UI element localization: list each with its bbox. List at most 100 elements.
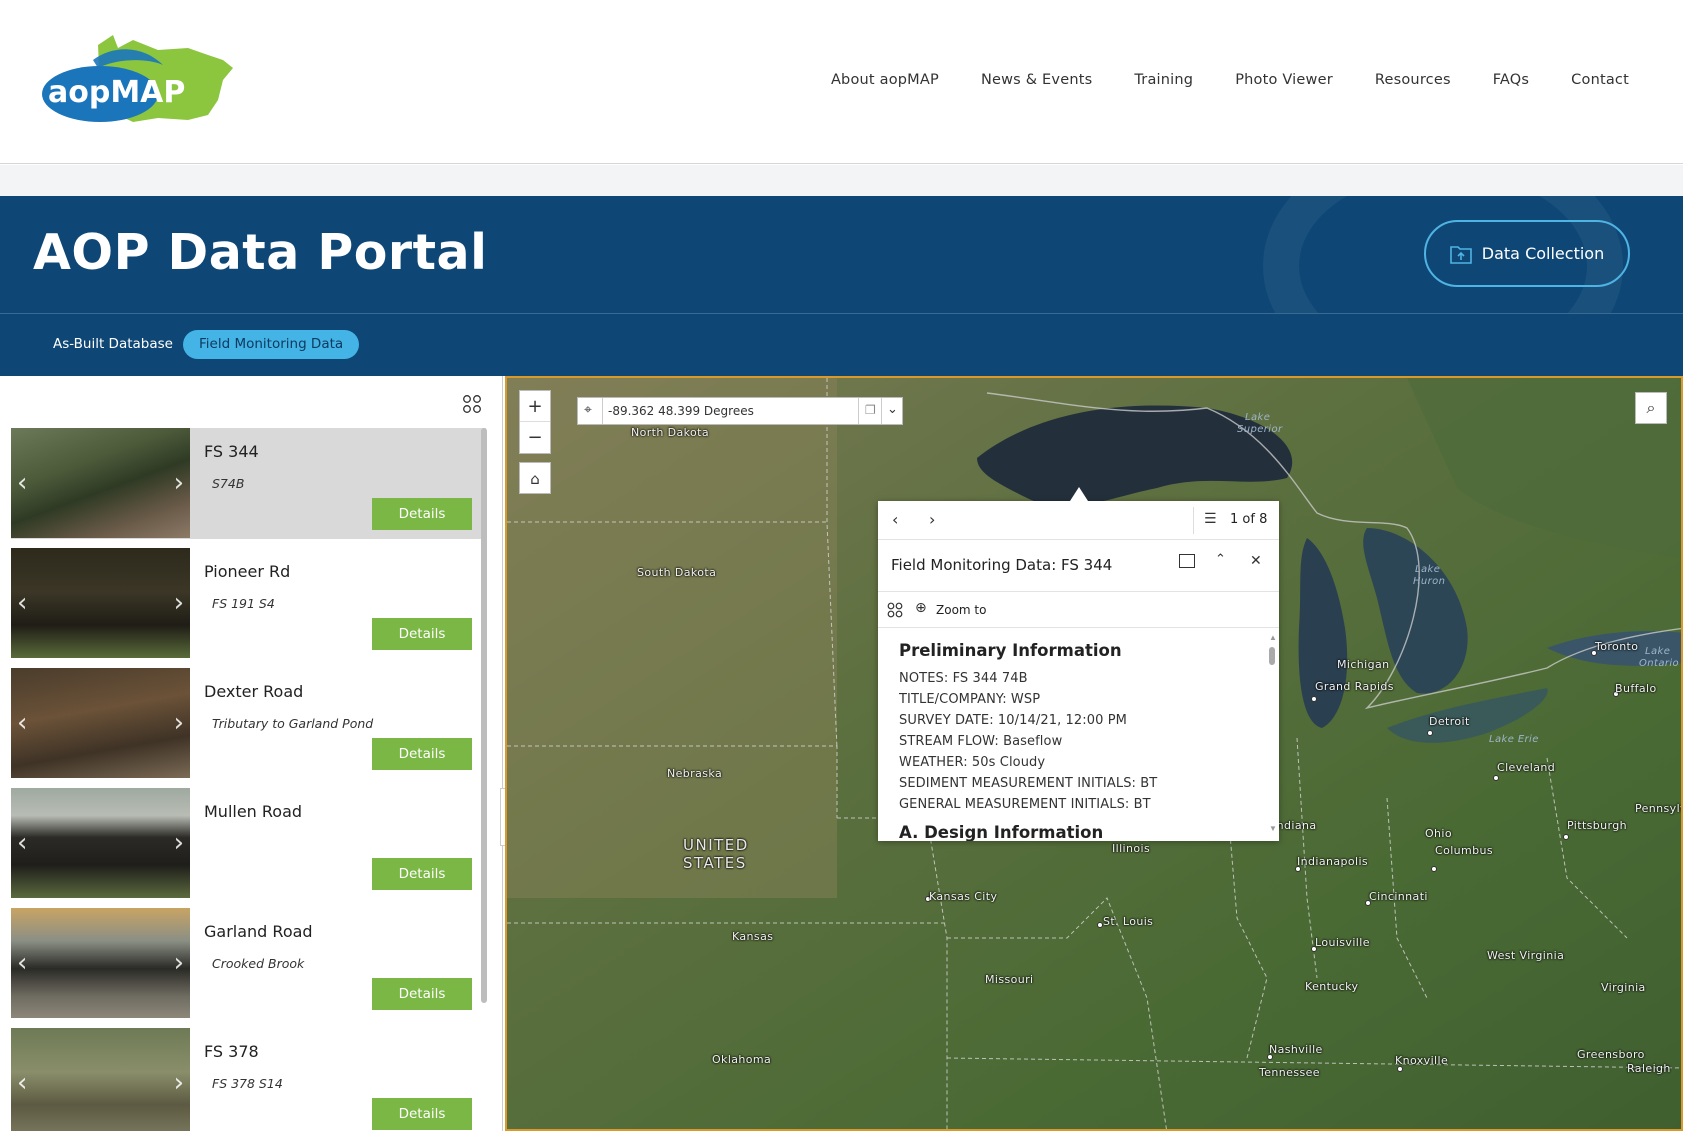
map-label: Missouri — [985, 973, 1034, 986]
list-item[interactable]: ‹ › Garland Road Crooked Brook Details — [11, 908, 486, 1019]
map-label: Kentucky — [1305, 980, 1359, 993]
map-search-button[interactable]: ⌕ — [1635, 392, 1667, 424]
field-notes: NOTES: FS 344 74B — [899, 671, 1028, 686]
field-weather: WEATHER: 50s Cloudy — [899, 755, 1046, 770]
details-button[interactable]: Details — [372, 498, 472, 530]
map-label: Oklahoma — [712, 1053, 772, 1066]
field-general-initials: GENERAL MEASUREMENT INITIALS: BT — [899, 797, 1151, 812]
map-label: Tennessee — [1259, 1066, 1320, 1079]
map-label: Indiana — [1273, 819, 1317, 832]
list-scrollbar[interactable] — [481, 428, 487, 1003]
map-label: Pennsylva — [1635, 802, 1681, 815]
next-photo-icon[interactable]: › — [174, 948, 184, 978]
lake-label: Superior — [1237, 424, 1283, 435]
prev-photo-icon[interactable]: ‹ — [17, 828, 27, 858]
data-collection-label: Data Collection — [1481, 244, 1605, 263]
item-title: FS 378 — [204, 1042, 259, 1061]
list-item[interactable]: ‹ › Dexter Road Tributary to Garland Pon… — [11, 668, 486, 779]
search-icon: ⌕ — [1646, 398, 1656, 417]
city-marker — [1427, 730, 1433, 736]
popup-scrollbar[interactable]: ▲ ▼ — [1269, 633, 1277, 833]
close-icon[interactable]: ✕ — [1250, 553, 1262, 569]
nav-training[interactable]: Training — [1134, 72, 1193, 88]
zoom-to-button[interactable]: Zoom to — [936, 603, 986, 617]
map-label: Louisville — [1315, 936, 1370, 949]
zoom-out-button[interactable]: − — [520, 422, 550, 453]
nav-about[interactable]: About aopMAP — [831, 72, 939, 88]
next-feature-icon[interactable]: › — [929, 510, 935, 529]
chevron-down-icon[interactable]: ⌄ — [887, 402, 898, 417]
list-item[interactable]: ‹ › FS 378 FS 378 S14 Details — [11, 1028, 486, 1131]
list-item[interactable]: ‹ › FS 344 S74B Details — [11, 428, 486, 539]
map-label: STATES — [683, 854, 747, 872]
popup-actions: ⊕ Zoom to — [878, 591, 1279, 628]
map-label: West Virginia — [1487, 949, 1565, 962]
logo-wordmark: aopMAP — [48, 75, 185, 110]
site-photo: ‹ › — [11, 788, 190, 898]
section-heading: Preliminary Information — [899, 641, 1122, 660]
nav-contact[interactable]: Contact — [1571, 72, 1629, 88]
details-button[interactable]: Details — [372, 738, 472, 770]
feature-list-icon[interactable]: ☰ — [1204, 511, 1217, 527]
popup-nav-row: ‹ › ☰ 1 of 8 — [878, 501, 1279, 540]
prev-photo-icon[interactable]: ‹ — [17, 708, 27, 738]
item-title: Mullen Road — [204, 802, 303, 821]
zoom-controls: + − — [519, 390, 551, 454]
site-photo: ‹ › — [11, 428, 190, 538]
home-button[interactable]: ⌂ — [519, 462, 551, 494]
map-label: Nashville — [1269, 1043, 1323, 1056]
site-photo: ‹ › — [11, 1028, 190, 1131]
map-label: Buffalo — [1615, 682, 1657, 695]
dock-icon[interactable] — [1179, 554, 1195, 568]
details-button[interactable]: Details — [372, 858, 472, 890]
map-label: Virginia — [1601, 981, 1646, 994]
zoom-to-icon[interactable]: ⊕ — [915, 600, 927, 616]
popup-content: Preliminary Information NOTES: FS 344 74… — [899, 641, 1259, 841]
item-title: Dexter Road — [204, 682, 304, 701]
details-button[interactable]: Details — [372, 978, 472, 1010]
details-button[interactable]: Details — [372, 618, 472, 650]
prev-photo-icon[interactable]: ‹ — [17, 1068, 27, 1098]
next-photo-icon[interactable]: › — [174, 468, 184, 498]
map-label: Detroit — [1429, 715, 1470, 728]
map-label: Nebraska — [667, 767, 723, 780]
zoom-in-button[interactable]: + — [520, 391, 550, 422]
layout-toggle-icon[interactable] — [462, 394, 482, 414]
prev-photo-icon[interactable]: ‹ — [17, 468, 27, 498]
map-label: South Dakota — [637, 566, 717, 579]
previous-feature-icon[interactable]: ‹ — [892, 510, 898, 529]
next-photo-icon[interactable]: › — [174, 708, 184, 738]
prev-photo-icon[interactable]: ‹ — [17, 948, 27, 978]
map-label: Raleigh — [1627, 1062, 1671, 1075]
nav-faqs[interactable]: FAQs — [1493, 72, 1529, 88]
map-label: Cleveland — [1497, 761, 1556, 774]
next-photo-icon[interactable]: › — [174, 828, 184, 858]
details-button[interactable]: Details — [372, 1098, 472, 1130]
feature-counter: 1 of 8 — [1230, 512, 1268, 527]
coordinate-readout: -89.362 48.399 Degrees — [608, 404, 754, 418]
lake-label: Huron — [1413, 576, 1446, 587]
aopmap-logo[interactable]: aopMAP — [38, 30, 238, 130]
popup-pointer — [1070, 487, 1088, 501]
next-photo-icon[interactable]: › — [174, 588, 184, 618]
nav-news-events[interactable]: News & Events — [981, 72, 1092, 88]
nav-resources[interactable]: Resources — [1375, 72, 1451, 88]
copy-icon[interactable]: ❐ — [865, 403, 876, 417]
tab-as-built-database[interactable]: As-Built Database — [37, 330, 189, 359]
nav-photo-viewer[interactable]: Photo Viewer — [1235, 72, 1333, 88]
collapse-icon[interactable]: ⌃ — [1215, 552, 1226, 567]
lake-label: Lake — [1245, 412, 1271, 423]
site-photo: ‹ › — [11, 548, 190, 658]
crosshair-icon[interactable]: ⌖ — [584, 402, 592, 418]
header-spacer — [0, 165, 1683, 196]
item-subtitle: FS 378 S14 — [212, 1076, 283, 1091]
page-title: AOP Data Portal — [33, 224, 488, 281]
list-item[interactable]: ‹ › Pioneer Rd FS 191 S4 Details — [11, 548, 486, 659]
data-collection-button[interactable]: Data Collection — [1424, 220, 1630, 287]
next-photo-icon[interactable]: › — [174, 1068, 184, 1098]
field-stream-flow: STREAM FLOW: Baseflow — [899, 734, 1063, 749]
tab-field-monitoring-data[interactable]: Field Monitoring Data — [183, 330, 360, 359]
list-item[interactable]: ‹ › Mullen Road Details — [11, 788, 486, 899]
prev-photo-icon[interactable]: ‹ — [17, 588, 27, 618]
more-actions-icon[interactable] — [887, 602, 903, 618]
